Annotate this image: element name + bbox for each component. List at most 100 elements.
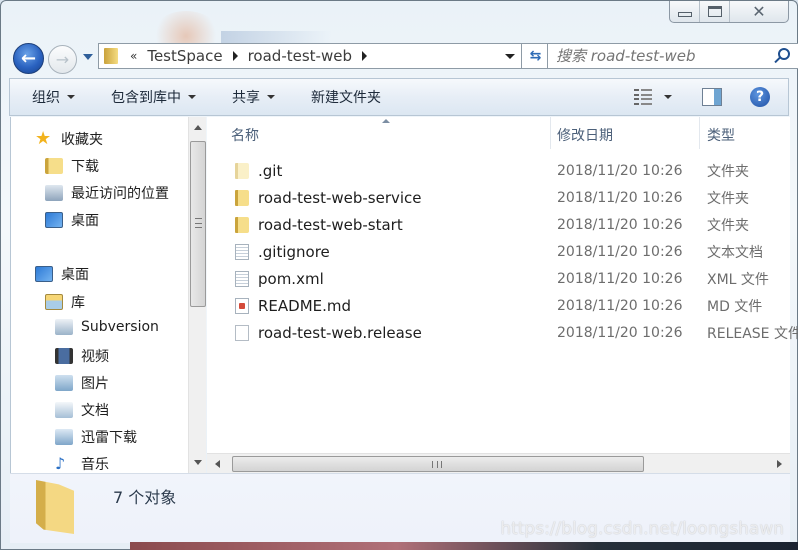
close-button[interactable]: ✕ (730, 1, 788, 22)
item-count: 7 个对象 (113, 488, 177, 507)
back-arrow-icon: ← (20, 48, 37, 69)
sidebar-item-pictures[interactable]: 图片 (55, 373, 109, 393)
search-input[interactable] (556, 47, 766, 65)
share-label: 共享 (232, 90, 260, 106)
folder-icon (235, 217, 249, 233)
view-dropdown-icon[interactable] (664, 95, 672, 99)
column-header: 名称 修改日期 类型 (207, 117, 790, 149)
sidebar-item-documents[interactable]: 文档 (55, 400, 109, 420)
maximize-button[interactable] (700, 1, 730, 22)
sidebar-item-label: 最近访问的位置 (71, 186, 169, 202)
search-icon[interactable] (778, 48, 790, 60)
file-modified: 2018/11/20 10:26 (557, 325, 683, 341)
recent-pages-dropdown[interactable] (83, 54, 93, 60)
sidebar-item-desktop-favorite[interactable]: 桌面 (45, 210, 99, 230)
file-row[interactable]: pom.xml 2018/11/20 10:26 XML 文件 (207, 266, 790, 292)
file-row[interactable]: README.md 2018/11/20 10:26 MD 文件 (207, 293, 790, 319)
downloads-folder-icon (45, 158, 63, 174)
text-file-icon (235, 271, 249, 287)
column-divider[interactable] (550, 117, 551, 149)
grip-icon (432, 461, 442, 468)
address-dropdown-icon[interactable] (505, 54, 515, 59)
address-bar[interactable]: « TestSpace road-test-web (98, 43, 522, 69)
file-name: road-test-web-start (258, 216, 403, 234)
file-row[interactable]: road-test-web-start 2018/11/20 10:26 文件夹 (207, 212, 790, 238)
videos-library-icon (55, 348, 73, 364)
breadcrumb-separator-icon[interactable] (361, 51, 367, 61)
pictures-library-icon (55, 375, 73, 391)
file-row[interactable]: .git 2018/11/20 10:26 文件夹 (207, 158, 790, 184)
file-modified: 2018/11/20 10:26 (557, 190, 683, 206)
folder-icon (235, 190, 249, 206)
watermark: https://blog.csdn.net/loongshawn (500, 519, 784, 539)
file-row[interactable]: .gitignore 2018/11/20 10:26 文本文档 (207, 239, 790, 265)
sidebar-item-favorites[interactable]: ★ 收藏夹 (35, 129, 103, 149)
explorer-window: ✕ ← → « TestSpace road-test-web ⇆ 组织 包含到… (0, 0, 798, 550)
music-library-icon: ♪ (55, 454, 66, 473)
sidebar-item-subversion[interactable]: Subversion (55, 319, 159, 335)
breadcrumb-testspace[interactable]: TestSpace (147, 47, 222, 65)
back-button[interactable]: ← (13, 43, 44, 74)
horizontal-scrollbar[interactable] (207, 453, 790, 473)
window-controls: ✕ (669, 1, 789, 23)
scroll-left-icon[interactable] (215, 460, 220, 468)
breadcrumb-separator-icon[interactable] (232, 51, 238, 61)
overflow-chevron[interactable]: « (130, 49, 137, 63)
documents-library-icon (55, 402, 73, 418)
help-icon[interactable]: ? (750, 87, 770, 107)
refresh-button[interactable]: ⇆ (522, 43, 550, 69)
search-box[interactable] (547, 43, 798, 69)
text-file-icon (235, 244, 249, 260)
file-type: 文件夹 (707, 164, 749, 180)
scroll-down-icon[interactable] (194, 460, 202, 465)
minimize-button[interactable] (670, 1, 700, 22)
view-options-icon[interactable] (634, 89, 652, 105)
organize-label: 组织 (32, 90, 60, 106)
desktop-icon (35, 266, 53, 282)
sidebar-item-label: 下载 (71, 159, 99, 175)
file-modified: 2018/11/20 10:26 (557, 244, 683, 260)
navigation-pane: ★ 收藏夹 下载 最近访问的位置 桌面 桌面 库 Subversion 视频 图… (10, 117, 206, 473)
organize-button[interactable]: 组织 (32, 87, 75, 107)
navigation-pane-scrollbar[interactable] (188, 117, 206, 473)
sidebar-item-desktop[interactable]: 桌面 (35, 264, 89, 284)
column-name[interactable]: 名称 (231, 125, 259, 145)
breadcrumb-road-test-web[interactable]: road-test-web (248, 47, 352, 65)
sidebar-item-libraries[interactable]: 库 (45, 292, 85, 312)
sidebar-item-music[interactable]: ♪ 音乐 (55, 454, 109, 474)
sidebar-item-recent-places[interactable]: 最近访问的位置 (45, 183, 169, 203)
file-row[interactable]: road-test-web-service 2018/11/20 10:26 文件夹 (207, 185, 790, 211)
share-button[interactable]: 共享 (232, 87, 275, 107)
minimize-icon (677, 12, 692, 17)
navigation-bar: ← → « TestSpace road-test-web ⇆ (11, 41, 798, 74)
new-folder-button[interactable]: 新建文件夹 (311, 87, 381, 107)
file-row[interactable]: road-test-web.release 2018/11/20 10:26 REL… (207, 320, 798, 346)
include-in-library-button[interactable]: 包含到库中 (111, 87, 196, 107)
desktop-icon (45, 212, 63, 228)
sidebar-item-label: 收藏夹 (61, 132, 103, 148)
details-pane: 7 个对象 https://blog.csdn.net/loongshawn (10, 473, 790, 543)
scrollbar-thumb[interactable] (190, 141, 206, 307)
column-divider[interactable] (699, 117, 700, 149)
sort-ascending-icon (382, 119, 390, 123)
maximize-icon (707, 6, 722, 17)
file-name: .git (258, 162, 283, 180)
file-type: XML 文件 (707, 272, 769, 288)
sidebar-item-downloads[interactable]: 下载 (45, 156, 99, 176)
column-modified[interactable]: 修改日期 (557, 125, 613, 145)
file-icon (235, 325, 249, 341)
sidebar-item-thunder-downloads[interactable]: 迅雷下载 (55, 427, 137, 447)
file-name: .gitignore (258, 243, 330, 261)
libraries-icon (45, 294, 63, 310)
file-type: MD 文件 (707, 299, 763, 315)
scroll-up-icon[interactable] (194, 125, 202, 130)
sidebar-item-videos[interactable]: 视频 (55, 346, 109, 366)
preview-pane-icon[interactable] (702, 88, 722, 106)
column-type[interactable]: 类型 (707, 125, 735, 145)
scrollbar-thumb[interactable] (232, 456, 644, 472)
forward-button[interactable]: → (48, 45, 77, 74)
command-bar: 组织 包含到库中 共享 新建文件夹 ? (9, 78, 789, 116)
scroll-right-icon[interactable] (777, 460, 782, 468)
toolbar-right: ? (634, 79, 788, 115)
file-modified: 2018/11/20 10:26 (557, 298, 683, 314)
